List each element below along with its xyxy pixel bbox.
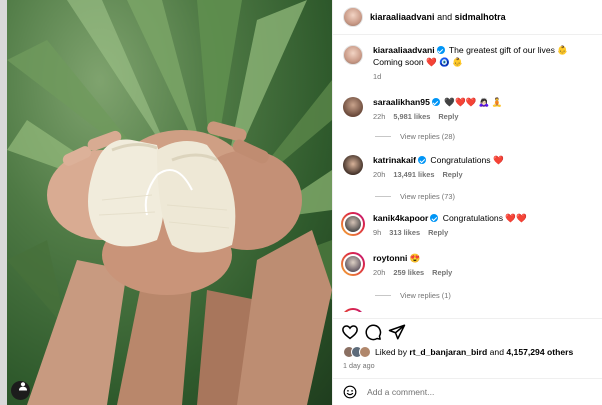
emoji-icon[interactable]	[343, 385, 357, 399]
comment-text: Congratulations ❤️	[430, 155, 504, 165]
view-replies-label: View replies (28)	[400, 132, 455, 141]
commenter-avatar	[343, 310, 363, 312]
caption-text: The greatest gift of our lives 👶	[448, 45, 569, 55]
user-tag-icon	[19, 382, 27, 391]
add-comment-input[interactable]	[367, 387, 567, 397]
view-replies-button[interactable]: View replies (73)	[375, 192, 455, 201]
author-username[interactable]: kiaraaliaadvani	[370, 12, 435, 22]
post-authors: kiaraaliaadvani and sidmalhotra	[370, 12, 506, 22]
view-replies-line	[375, 136, 391, 137]
comment-text: Congratulations ❤️❤️	[442, 213, 527, 223]
caption-line2: Coming soon ❤️ 🧿 👶	[373, 57, 463, 67]
comment-row: saraalikhan95 🖤❤️❤️ 🙇🏻‍♀️ 🧘 22h 5,981 li…	[343, 96, 598, 123]
comment-row: roytonni 😍 20h 259 likes Reply	[341, 252, 596, 279]
comment-username[interactable]: roytonni	[373, 253, 407, 263]
post-detail-panel: kiaraaliaadvani and sidmalhotra kiaraali…	[332, 0, 602, 405]
comment-time: 20h	[373, 268, 386, 277]
reply-button[interactable]: Reply	[442, 169, 462, 181]
comment-row: kanik4kapoor Congratulations ❤️❤️ 9h 313…	[341, 212, 596, 239]
post-timestamp[interactable]: 1 day ago	[343, 361, 375, 370]
coauthor-username[interactable]: sidmalhotra	[455, 12, 506, 22]
likes-summary: Liked by rt_d_banjaran_bird and 4,157,29…	[343, 346, 573, 358]
caption-time: 1d	[373, 72, 382, 81]
reply-button[interactable]: Reply	[428, 227, 448, 239]
liked-by-prefix: Liked by	[375, 347, 408, 357]
photo-illustration	[7, 0, 332, 405]
story-ring[interactable]	[341, 308, 365, 312]
reply-button[interactable]: Reply	[438, 111, 458, 123]
commenter-avatar	[343, 214, 363, 234]
commenter-avatar[interactable]	[343, 155, 363, 175]
user-tag-button[interactable]	[11, 381, 30, 400]
comment-likes[interactable]: 5,981 likes	[393, 111, 430, 123]
comment-time: 20h	[373, 170, 386, 179]
verified-badge	[418, 156, 426, 164]
comment-username[interactable]: katrinakaif	[373, 155, 416, 165]
liked-by-joiner: and	[489, 347, 504, 357]
action-bar	[333, 318, 602, 344]
verified-badge	[431, 98, 440, 106]
post-photo[interactable]	[0, 0, 332, 405]
view-replies-line	[375, 196, 391, 197]
comment-time: 9h	[373, 228, 382, 237]
verified-badge	[436, 46, 445, 54]
caption-row: kiaraaliaadvani The greatest gift of our…	[343, 44, 598, 83]
view-replies-line	[375, 295, 391, 296]
comment-likes[interactable]: 313 likes	[389, 227, 420, 239]
view-replies-button[interactable]: View replies (1)	[375, 291, 451, 300]
view-replies-label: View replies (1)	[400, 291, 451, 300]
post-header: kiaraaliaadvani and sidmalhotra	[333, 0, 602, 35]
share-icon[interactable]	[388, 323, 406, 341]
view-replies-button[interactable]: View replies (28)	[375, 132, 455, 141]
add-comment-bar	[333, 378, 602, 405]
commenter-avatar	[343, 254, 363, 274]
comment-row-partial	[341, 308, 596, 312]
verified-badge	[430, 214, 439, 222]
story-ring[interactable]	[341, 212, 365, 236]
comment-text: 🖤❤️❤️ 🙇🏻‍♀️ 🧘	[444, 97, 503, 107]
story-ring[interactable]	[341, 252, 365, 276]
comment-username[interactable]: saraalikhan95	[373, 97, 430, 107]
comment-text: 😍	[409, 253, 421, 263]
comment-likes[interactable]: 13,491 likes	[393, 169, 434, 181]
authors-joiner: and	[437, 12, 453, 22]
comment-likes[interactable]: 259 likes	[393, 267, 424, 279]
comment-time: 22h	[373, 112, 386, 121]
liker-avatar	[359, 346, 371, 358]
caption-username[interactable]: kiaraaliaadvani	[373, 45, 435, 55]
author-avatar[interactable]	[343, 7, 363, 27]
photo-left-strip	[0, 0, 7, 405]
liked-by-user[interactable]: rt_d_banjaran_bird	[409, 347, 487, 357]
comment-row: katrinakaif Congratulations ❤️ 20h 13,49…	[343, 154, 598, 181]
comment-username[interactable]: kanik4kapoor	[373, 213, 428, 223]
view-replies-label: View replies (73)	[400, 192, 455, 201]
liked-by-others[interactable]: 4,157,294 others	[506, 347, 573, 357]
commenter-avatar[interactable]	[343, 97, 363, 117]
reply-button[interactable]: Reply	[432, 267, 452, 279]
comments-list[interactable]: kiaraaliaadvani The greatest gift of our…	[333, 36, 602, 312]
caption-avatar[interactable]	[343, 45, 363, 65]
heart-icon[interactable]	[341, 323, 359, 341]
comment-icon[interactable]	[364, 323, 382, 341]
